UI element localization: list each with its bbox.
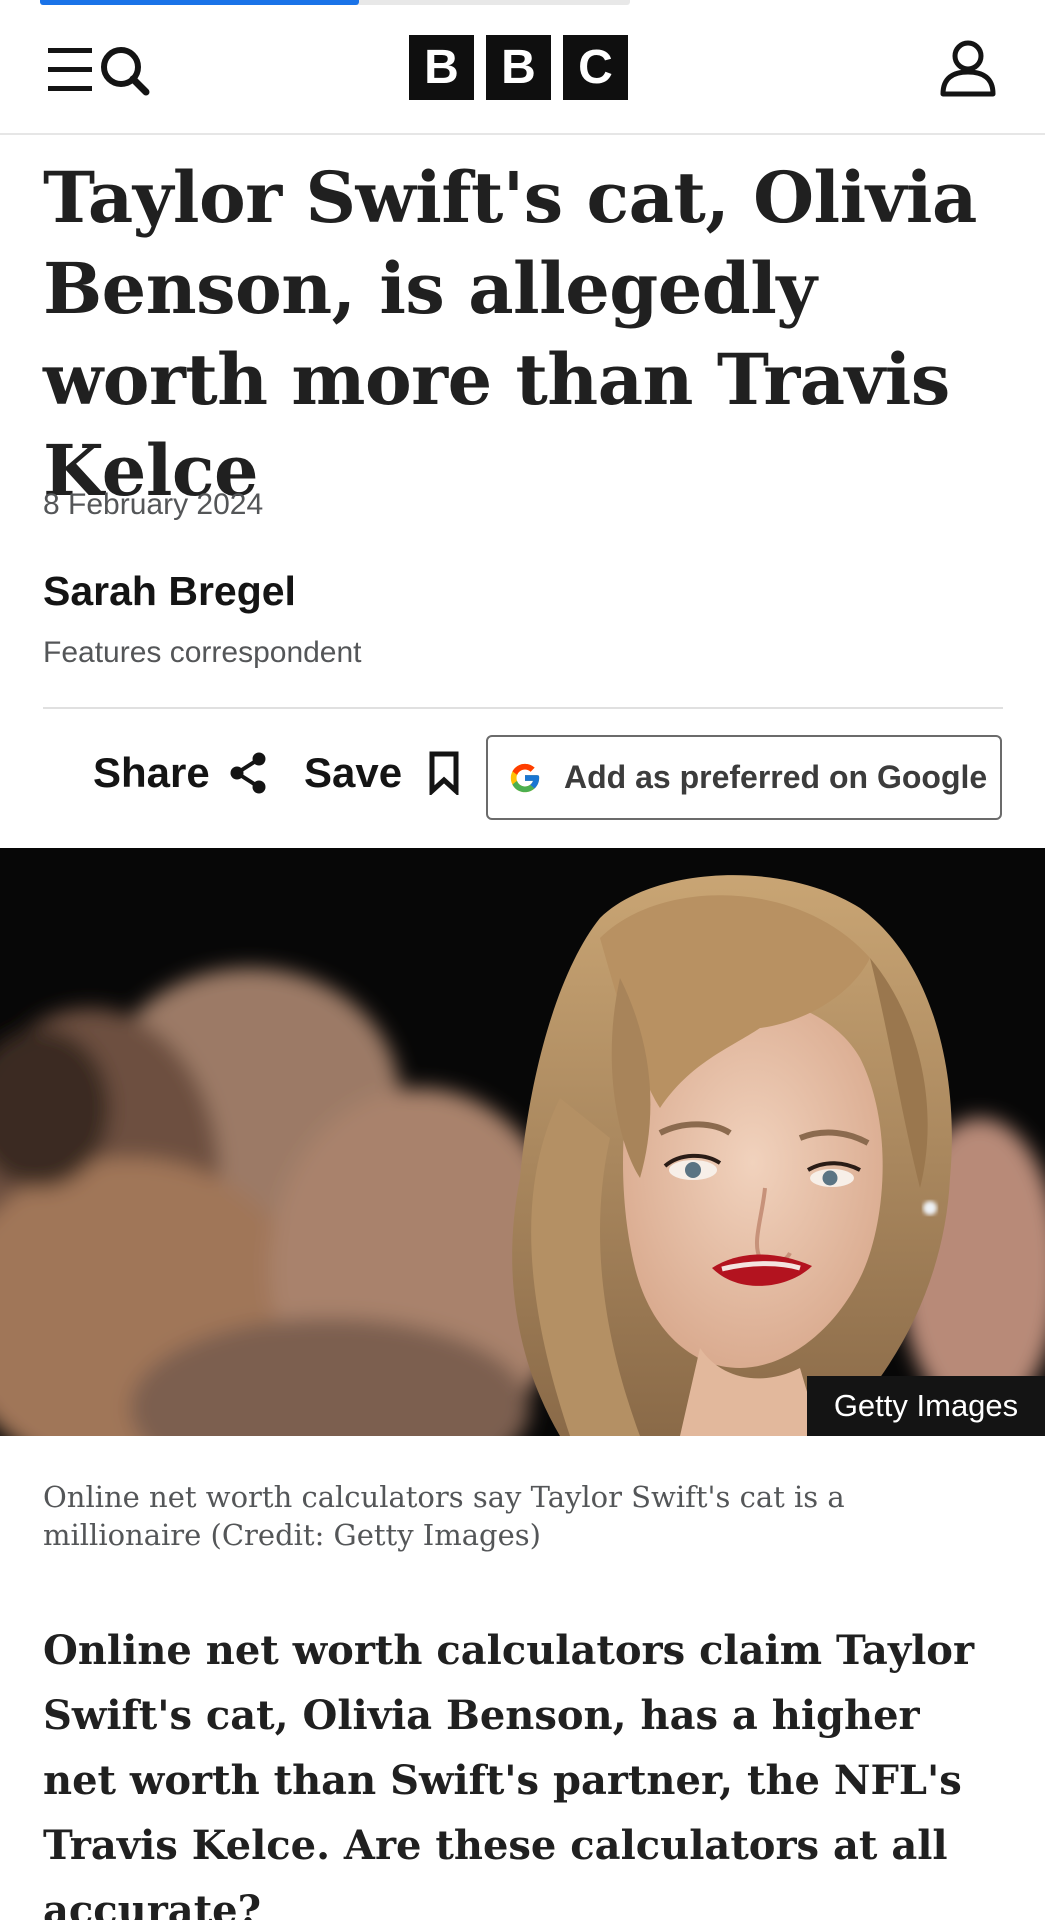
bbc-logo-block-1: B [409,35,474,100]
menu-search-icon [48,47,150,96]
google-g-icon [510,763,540,792]
bbc-logo[interactable]: B B C [409,35,628,100]
image-credit: Getty Images [807,1376,1045,1436]
bookmark-icon [429,751,459,795]
add-preferred-google-button[interactable]: Add as preferred on Google [486,735,1002,820]
google-button-label: Add as preferred on Google [564,759,988,795]
account-button[interactable] [938,38,998,98]
share-label: Share [93,749,210,796]
article-actions: Share Save Add as preferred on Google [0,735,1045,821]
bbc-logo-block-2: B [486,35,551,100]
account-icon [940,40,996,97]
site-header: B B C [0,0,1045,135]
save-button[interactable]: Save [304,749,460,797]
save-label: Save [304,749,403,796]
article-hero-image: Getty Images [0,848,1045,1436]
byline-divider [43,707,1003,709]
share-button[interactable]: Share [93,749,268,797]
bbc-logo-block-3: C [563,35,628,100]
publish-date: 8 February 2024 [43,488,264,521]
hero-photo [0,848,1045,1436]
article-headline: Taylor Swift's cat, Olivia Benson, is al… [43,156,977,512]
author-name[interactable]: Sarah Bregel [43,568,296,615]
share-icon [230,752,266,794]
author-role: Features correspondent [43,636,362,669]
menu-search-button[interactable] [46,42,156,98]
image-caption: Online net worth calculators say Taylor … [43,1480,845,1552]
article-standfirst: Online net worth calculators claim Taylo… [43,1627,975,1920]
